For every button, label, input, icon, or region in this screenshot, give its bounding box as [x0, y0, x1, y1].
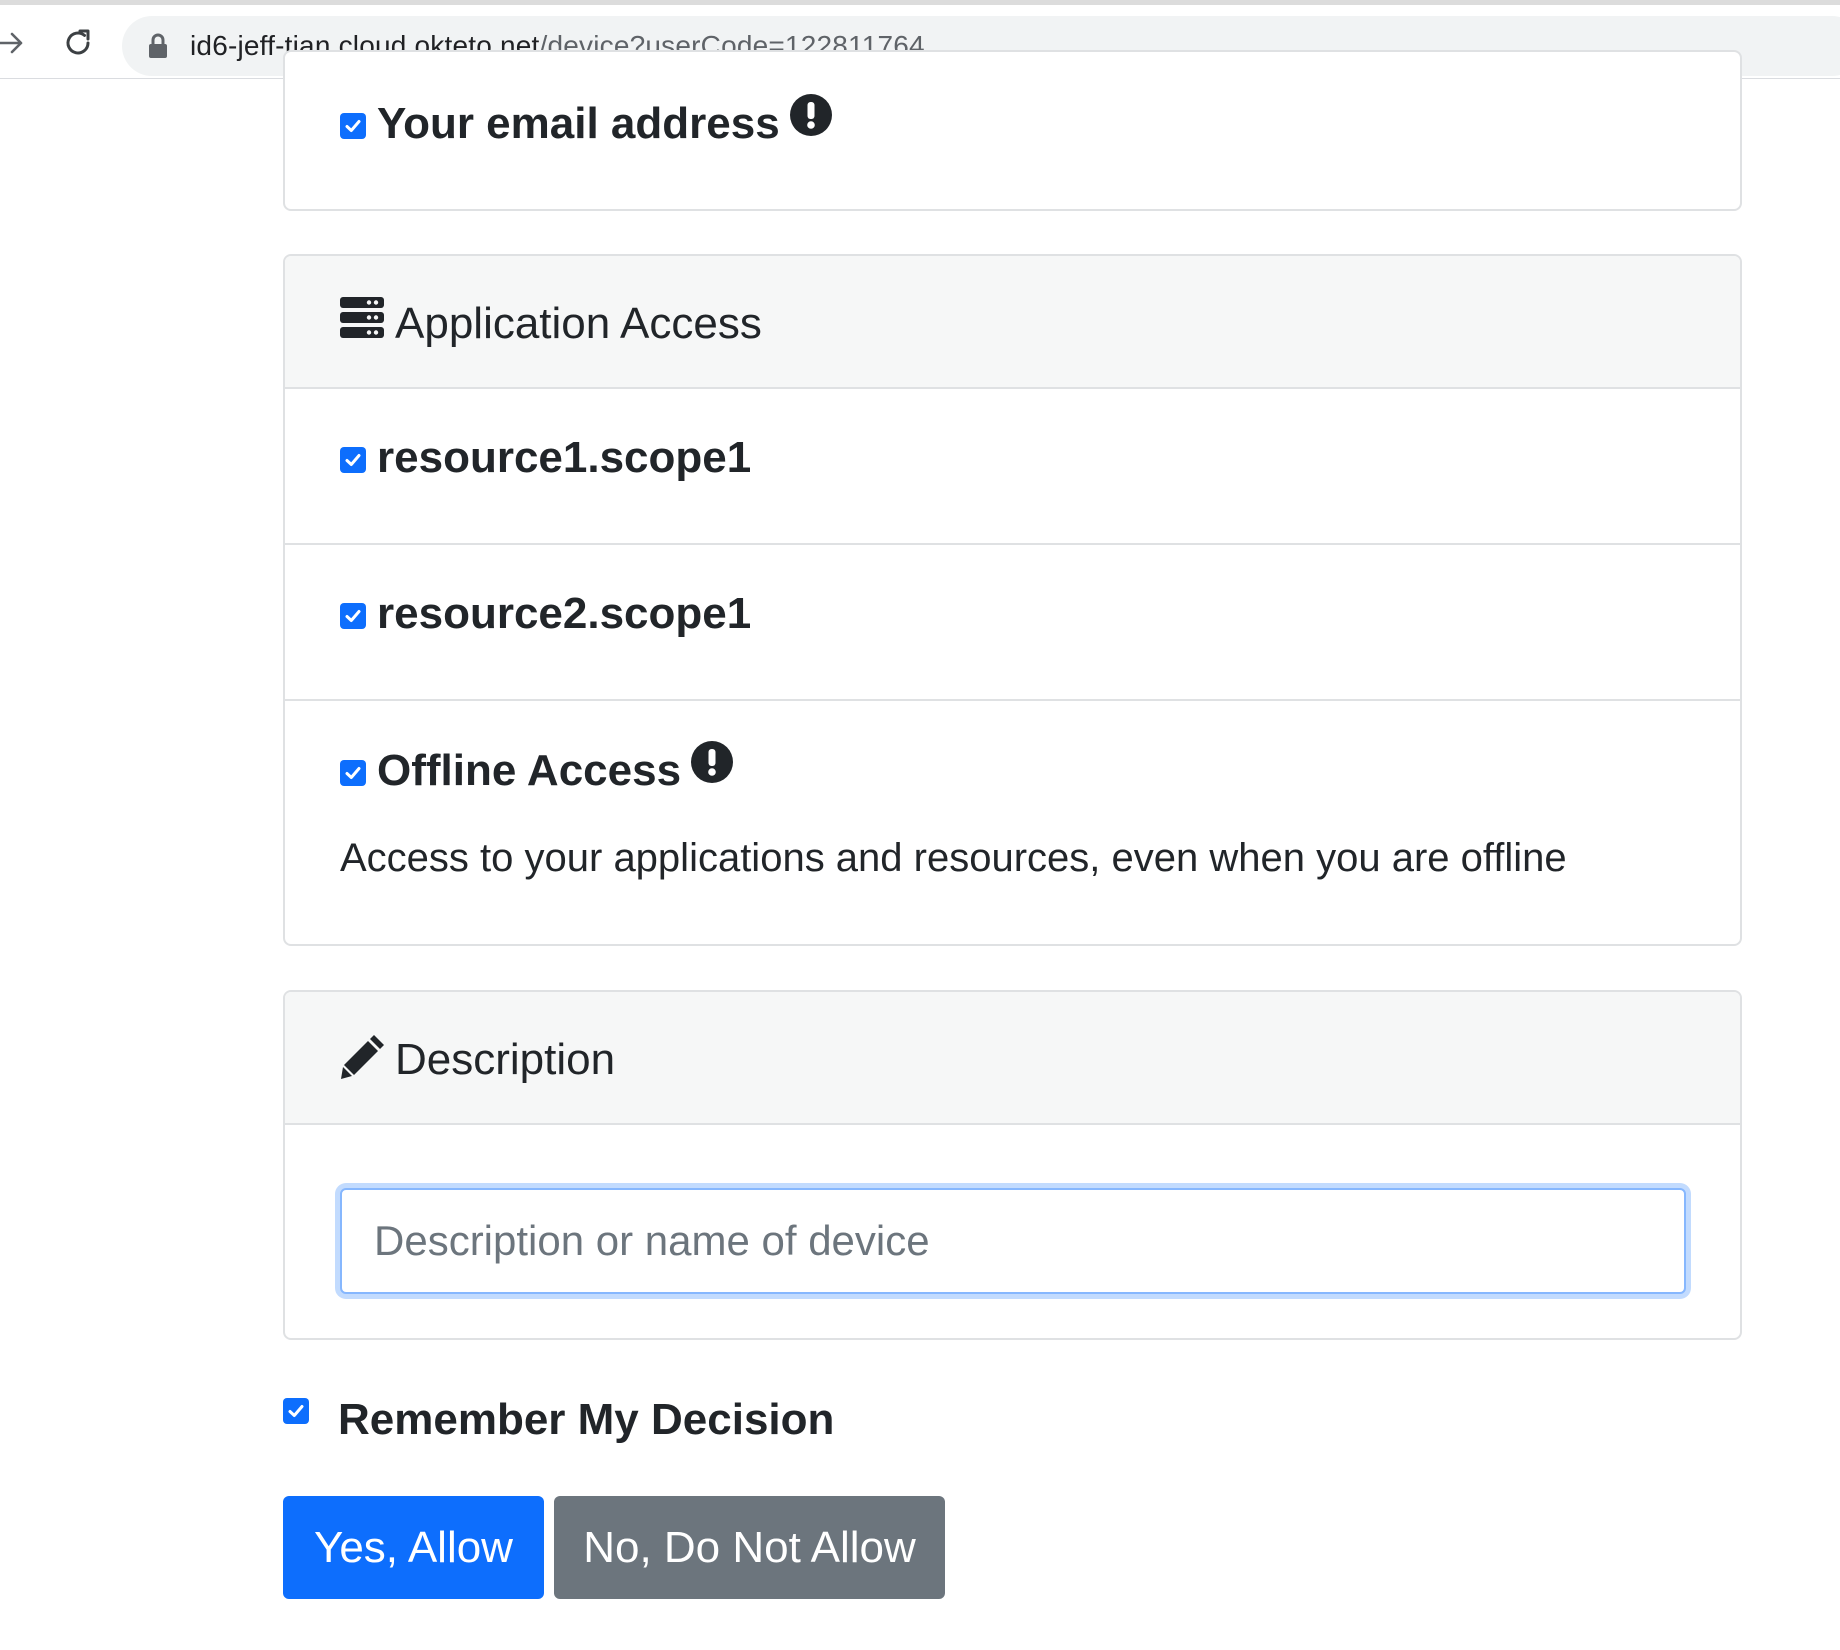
resource2-checkbox[interactable] — [340, 603, 366, 629]
offline-access-label-text: Offline Access — [377, 746, 682, 795]
scope-label-email: Your email address — [377, 93, 832, 153]
exclamation-circle-icon — [789, 93, 832, 147]
email-label-text: Your email address — [377, 99, 780, 148]
scope-label-resource1: resource1.scope1 — [377, 433, 752, 482]
exclamation-circle-icon — [691, 740, 734, 794]
deny-button[interactable]: No, Do Not Allow — [554, 1496, 945, 1599]
identity-card: Your email address — [283, 50, 1742, 211]
scope-label-resource2: resource2.scope1 — [377, 589, 752, 638]
application-access-header: Application Access — [285, 256, 1740, 389]
offline-access-checkbox[interactable] — [340, 760, 366, 786]
description-title: Description — [395, 1035, 616, 1084]
lock-icon — [148, 33, 168, 64]
offline-access-description: Access to your applications and resource… — [340, 836, 1567, 880]
allow-button[interactable]: Yes, Allow — [283, 1496, 544, 1599]
resource1-checkbox[interactable] — [340, 447, 366, 473]
remember-label: Remember My Decision — [338, 1395, 835, 1444]
remember-checkbox[interactable] — [283, 1398, 309, 1424]
description-card: Description — [283, 990, 1742, 1340]
reload-icon — [61, 26, 95, 65]
application-access-card: Application Access resource1.scope1 reso… — [283, 254, 1742, 946]
scope-item-offline-access: Offline Access Access to your applicatio… — [285, 701, 1740, 944]
description-body — [285, 1125, 1740, 1338]
scope-label-offline-access: Offline Access — [377, 740, 734, 800]
arrow-right-icon — [0, 26, 27, 65]
forward-button[interactable] — [0, 25, 30, 65]
scope-item-resource1: resource1.scope1 — [285, 389, 1740, 545]
server-icon — [340, 297, 384, 344]
scope-item-email: Your email address — [285, 52, 1740, 209]
description-input[interactable] — [340, 1188, 1686, 1294]
application-access-title: Application Access — [395, 299, 762, 348]
reload-button[interactable] — [58, 25, 98, 65]
email-checkbox[interactable] — [340, 113, 366, 139]
pencil-icon — [340, 1033, 386, 1084]
description-header: Description — [285, 992, 1740, 1125]
scope-item-resource2: resource2.scope1 — [285, 545, 1740, 701]
